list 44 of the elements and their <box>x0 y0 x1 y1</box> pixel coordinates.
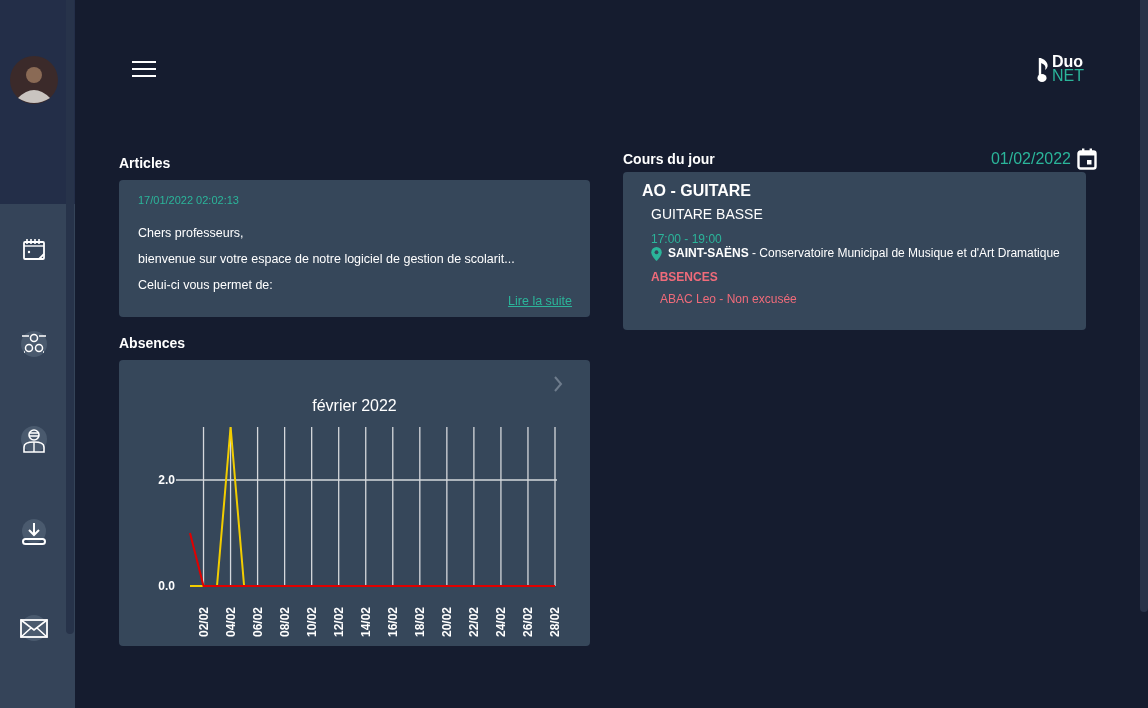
axis-label: 08/02 <box>277 606 292 637</box>
calendar-icon[interactable] <box>1077 148 1097 170</box>
axis-label: 0.0 <box>158 579 175 593</box>
absence-entry: ABAC Leo - Non excusée <box>659 292 798 306</box>
article-text: bienvenue sur votre espace de notre logiciel de gestion de scolarit... <box>138 252 516 266</box>
section-title: Absences <box>119 334 187 352</box>
axis-label: 20/02 <box>439 606 454 637</box>
course-time: 17:00 - 19:00 <box>650 232 723 246</box>
course-title: AO - GUITARE <box>642 182 753 200</box>
read-more-link[interactable]: Lire la suite <box>508 294 572 308</box>
axis-label: 26/02 <box>520 606 535 637</box>
chart-title: février 2022 <box>312 397 397 414</box>
axis-label: 06/02 <box>250 606 265 637</box>
envelope-icon[interactable] <box>19 613 48 642</box>
section-title: Articles <box>119 154 172 172</box>
axis-label: 12/02 <box>331 606 346 637</box>
axis-label: 2.0 <box>158 473 175 487</box>
axis-label: 22/02 <box>466 606 481 637</box>
location-pin-icon <box>651 247 662 261</box>
axis-label: 18/02 <box>412 606 427 637</box>
axis-label: 10/02 <box>304 606 319 637</box>
article-text: Chers professeurs, <box>138 226 245 240</box>
date-text[interactable]: 01/02/2022 <box>990 150 1071 168</box>
axis-label: 04/02 <box>223 606 238 637</box>
axis-label: 28/02 <box>548 606 562 637</box>
menu-icon[interactable] <box>132 61 156 77</box>
axis-label: 02/02 <box>196 606 211 637</box>
article-date: 17/01/2022 02:02:13 <box>138 194 240 206</box>
teacher-icon[interactable] <box>19 424 48 453</box>
people-network-icon[interactable] <box>19 330 48 358</box>
avatar-icon[interactable] <box>9 56 58 104</box>
axis-label: 24/02 <box>493 606 508 637</box>
logo-text: Duo <box>1052 55 1084 69</box>
scrollbar[interactable] <box>1140 0 1148 612</box>
axis-label: 14/02 <box>358 606 373 637</box>
scrollbar[interactable] <box>66 0 74 634</box>
section-title: Cours du jour <box>623 150 715 168</box>
logo-text: NET <box>1052 69 1084 83</box>
course-location: SAINT-SAËNS - Conservatoire Municipal de Musique et d'Art Dramatique <box>668 246 1060 260</box>
axis-label: 16/02 <box>385 606 400 637</box>
absences-heading: ABSENCES <box>650 270 719 284</box>
download-icon[interactable] <box>19 519 48 547</box>
article-text: Celui-ci vous permet de: <box>138 278 274 292</box>
course-subtitle: GUITARE BASSE <box>650 206 764 222</box>
